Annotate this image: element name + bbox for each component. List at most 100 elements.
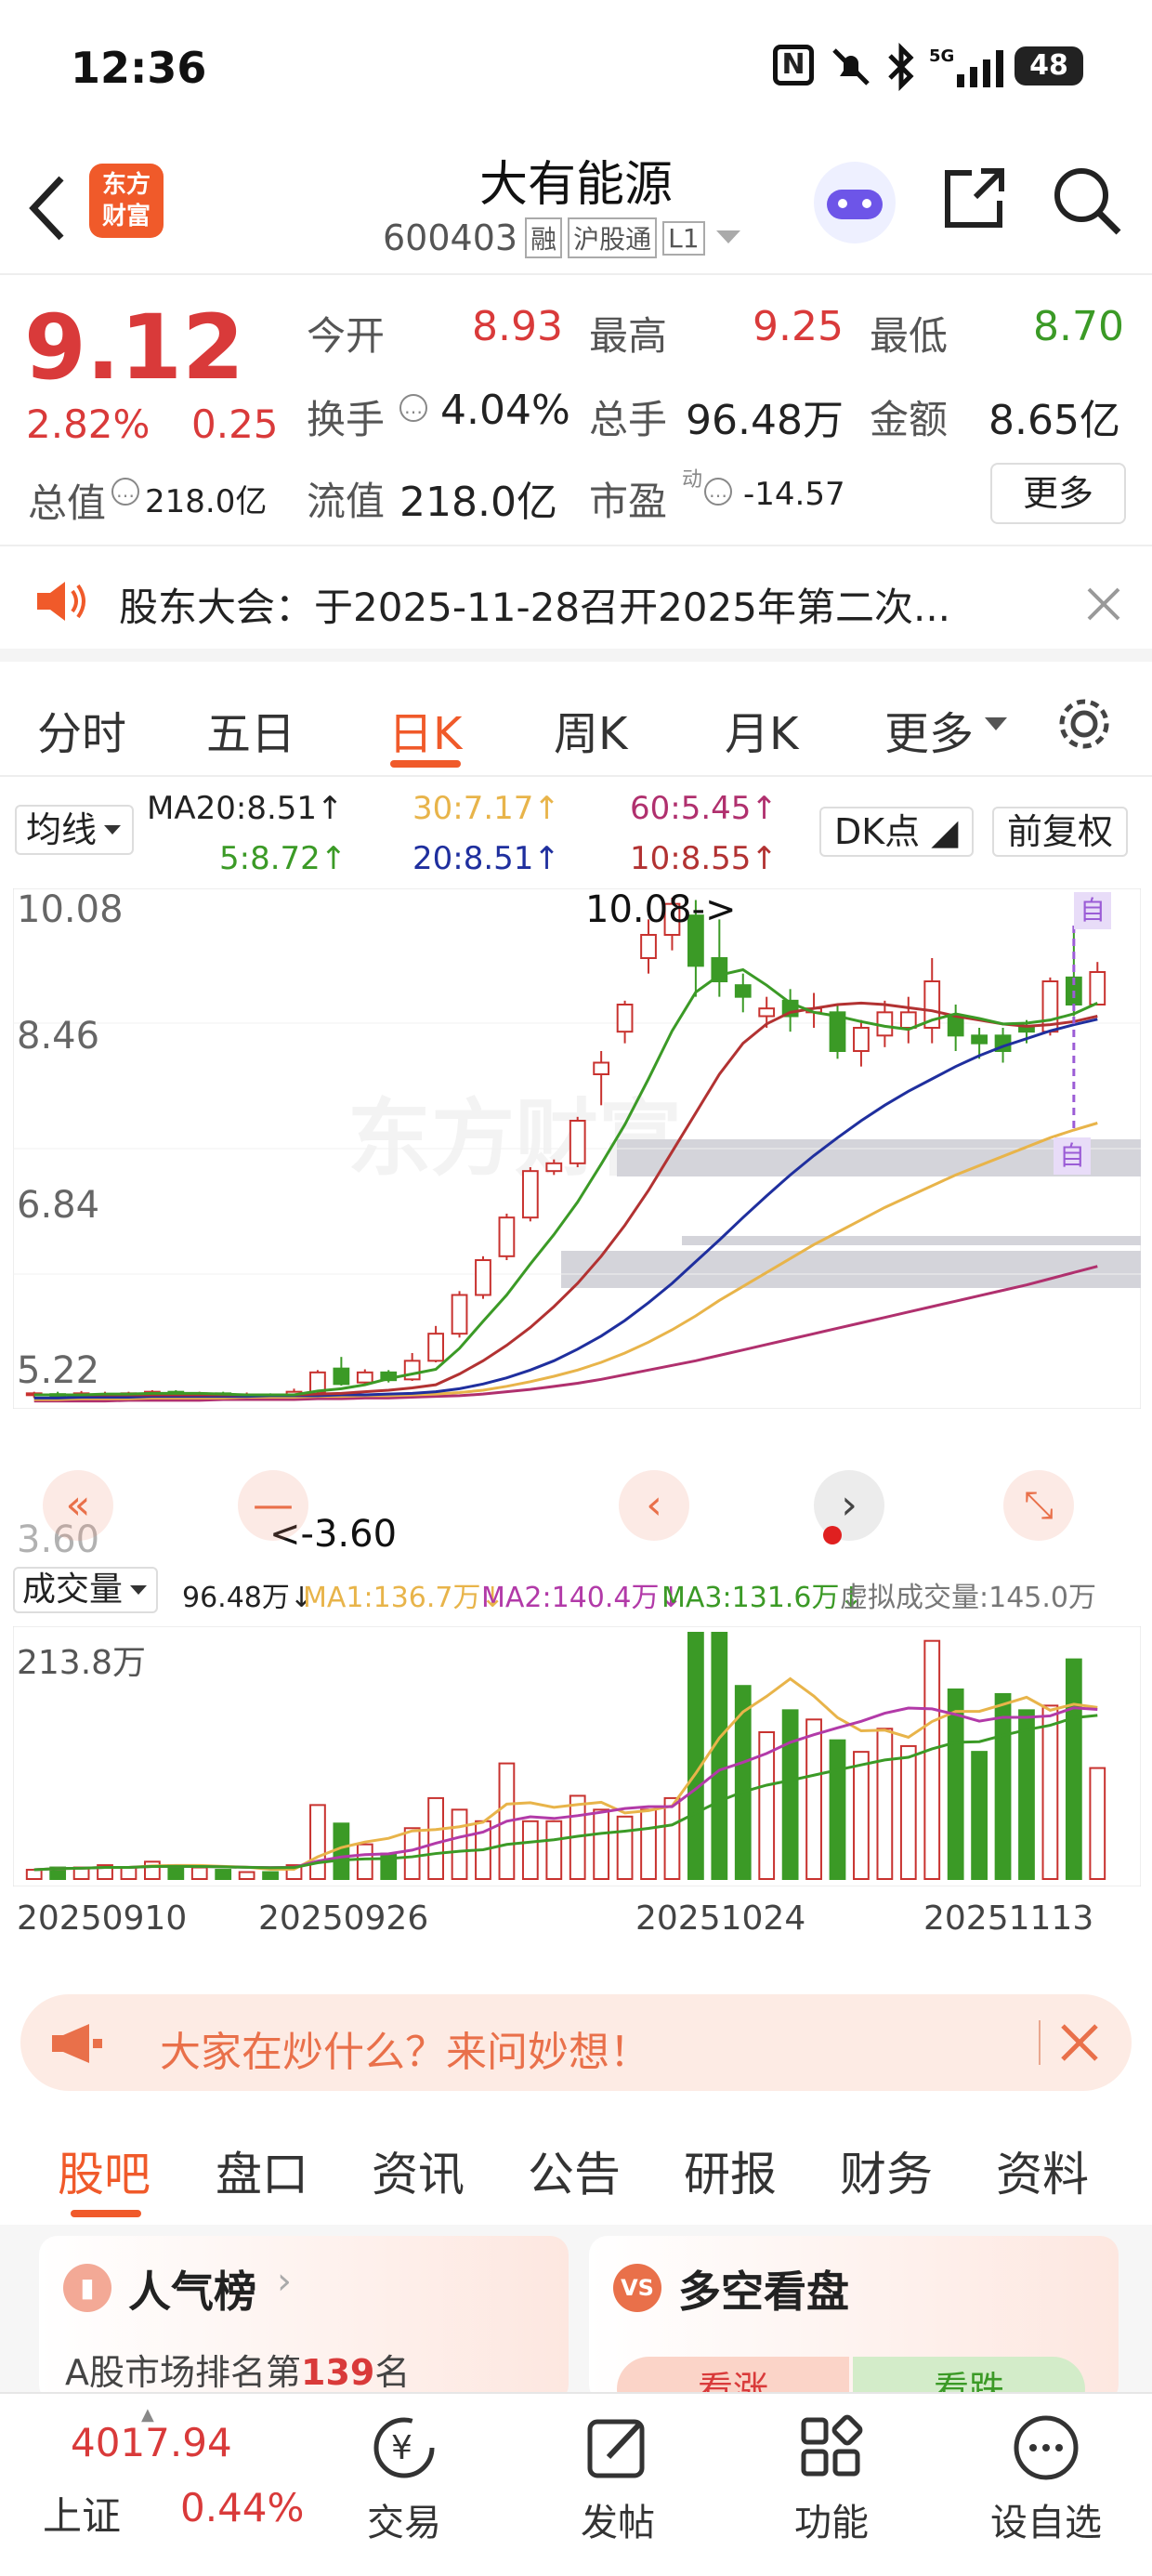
status-bar: 12:36 N 5G 48: [0, 0, 1152, 139]
tab-intraday[interactable]: 分时: [37, 697, 126, 762]
volume-bar: [1065, 1658, 1082, 1880]
candle: [1089, 971, 1106, 1005]
candle: [545, 1162, 563, 1173]
fullscreen-icon[interactable]: ⤡: [1003, 1470, 1074, 1541]
volume-bar: [593, 1808, 610, 1881]
pe-info-icon[interactable]: …: [704, 478, 732, 506]
settings-gear-icon[interactable]: [1054, 693, 1115, 755]
nav-trade-label: 交易: [367, 2502, 441, 2544]
close-icon[interactable]: [1085, 585, 1122, 623]
subtab-profile[interactable]: 资料: [996, 2137, 1089, 2204]
tab-weekly-k[interactable]: 周K: [554, 697, 627, 762]
candle: [1018, 1027, 1035, 1033]
candle: [427, 1333, 444, 1362]
stock-code: 600403: [383, 217, 518, 258]
candle: [309, 1371, 326, 1393]
tag-margin: 融: [525, 217, 563, 258]
kline-chart[interactable]: 东方财富: [13, 888, 1141, 1409]
volume-bar: [1089, 1767, 1106, 1881]
grid-icon: [801, 2414, 863, 2477]
notice-bar[interactable]: 股东大会：于2025-11-28召开2025年第二次...: [0, 548, 1152, 662]
candle: [971, 1034, 988, 1045]
y-tick-4: 5.22: [17, 1349, 100, 1392]
volume-bar: [947, 1688, 964, 1880]
tab-more[interactable]: 更多: [884, 697, 974, 762]
volume-bar: [521, 1820, 539, 1880]
ma-selector[interactable]: 均线: [15, 805, 135, 855]
subtab-finance[interactable]: 财务: [840, 2137, 933, 2204]
legend-ma20: 20:8.51↑: [412, 840, 560, 877]
candle: [475, 1259, 491, 1296]
volume-bar: [262, 1871, 279, 1880]
nav-trade[interactable]: ¥ 交易: [353, 2412, 455, 2546]
subtab-research[interactable]: 研报: [684, 2137, 777, 2204]
volume-legend-ma1: MA1:136.7万↓: [303, 1582, 504, 1614]
tab-five-day[interactable]: 五日: [206, 697, 295, 762]
banner-divider: [1039, 2020, 1041, 2065]
volume-bar: [427, 1796, 444, 1880]
share-icon[interactable]: [938, 164, 1009, 234]
volume-bar: [853, 1751, 870, 1880]
volume-bar: [403, 1827, 421, 1880]
dk-label: DK点: [834, 811, 921, 852]
adjust-button[interactable]: 前复权: [992, 807, 1129, 857]
search-icon[interactable]: [1050, 164, 1124, 238]
turnover-info-icon[interactable]: …: [399, 394, 427, 422]
signal-5g-icon: 5G: [929, 46, 1003, 87]
subtab-pankou[interactable]: 盘口: [216, 2137, 308, 2204]
more-dots-icon: [1014, 2415, 1079, 2480]
volume-bar: [190, 1866, 208, 1881]
nav-functions[interactable]: 功能: [780, 2412, 883, 2546]
auto-marker-top[interactable]: 自: [1074, 892, 1111, 929]
feature-cards: ▮ 人气榜 › A股市场排名第139名 VS 多空看盘 看涨 看跌: [0, 2225, 1152, 2422]
trade-icon: ¥: [373, 2417, 435, 2478]
index-name: 上证: [43, 2493, 122, 2539]
more-button[interactable]: 更多: [990, 463, 1126, 524]
tag-connect: 沪股通: [568, 217, 658, 258]
volume-value: 96.48万: [686, 397, 844, 444]
subtab-announcements[interactable]: 公告: [528, 2137, 621, 2204]
nav-add-watchlist[interactable]: 设自选: [981, 2412, 1111, 2546]
zoom-out-icon[interactable]: —: [238, 1470, 308, 1541]
bull-bear-card[interactable]: VS 多空看盘 看涨 看跌: [589, 2236, 1119, 2422]
kline-chart-area: 均线 MA20:8.51↑ 30:7.17↑ 60:5.45↑ 5:8.72↑ …: [0, 779, 1152, 1978]
ask-ai-banner[interactable]: 大家在炒什么？来问妙想！: [20, 1994, 1132, 2091]
tab-daily-k[interactable]: 日K: [388, 697, 462, 762]
chart-bars-icon: ▮: [63, 2264, 111, 2312]
popularity-title: 人气榜: [128, 2267, 256, 2317]
candle: [853, 1027, 870, 1052]
robot-assistant-icon[interactable]: [814, 162, 896, 243]
banner-text: 大家在炒什么？来问妙想！: [160, 2029, 650, 2076]
scroll-left-fast-icon[interactable]: «: [43, 1470, 113, 1541]
legend-ma30: 30:7.17↑: [412, 790, 560, 827]
nav-post[interactable]: 发帖: [567, 2412, 669, 2546]
info-icon[interactable]: …: [111, 478, 139, 506]
volume-bar: [899, 1744, 917, 1880]
notice-text: 股东大会：于2025-11-28召开2025年第二次...: [119, 585, 951, 630]
vs-icon: VS: [613, 2264, 661, 2312]
index-percent: 0.44%: [180, 2485, 305, 2530]
volume-chart[interactable]: [13, 1626, 1141, 1886]
period-tabs: 分时 五日 日K 周K 月K 更多: [0, 675, 1152, 777]
auto-marker-bottom[interactable]: 自: [1054, 1137, 1091, 1175]
content-tabs: 股吧 盘口 资讯 公告 研报 财务 资料: [0, 2113, 1152, 2225]
tab-monthly-k[interactable]: 月K: [725, 697, 798, 762]
subtab-news[interactable]: 资讯: [372, 2137, 465, 2204]
index-caret-icon: ▲: [141, 2405, 154, 2425]
volume-bar: [994, 1692, 1012, 1880]
volume-bar: [805, 1718, 822, 1881]
scroll-left-icon[interactable]: ‹: [619, 1470, 689, 1541]
dk-point-button[interactable]: DK点 ◢: [819, 807, 974, 857]
volume-selector[interactable]: 成交量: [13, 1567, 159, 1613]
volume-bar: [1041, 1704, 1059, 1881]
volume-legend-virtual: 虚拟成交量:145.0万: [840, 1582, 1096, 1614]
index-value[interactable]: 4017.94: [71, 2420, 232, 2465]
banner-close-icon[interactable]: [1059, 2022, 1100, 2063]
volume-bar: [1018, 1709, 1035, 1880]
subtab-guba[interactable]: 股吧: [58, 2137, 151, 2204]
popularity-card[interactable]: ▮ 人气榜 › A股市场排名第139名: [39, 2236, 569, 2403]
stock-code-row[interactable]: 600403 融 沪股通 L1: [383, 217, 742, 258]
volume-caret-icon: [130, 1585, 148, 1595]
volume-bar: [923, 1639, 941, 1880]
pe-label: 市盈: [589, 479, 668, 524]
